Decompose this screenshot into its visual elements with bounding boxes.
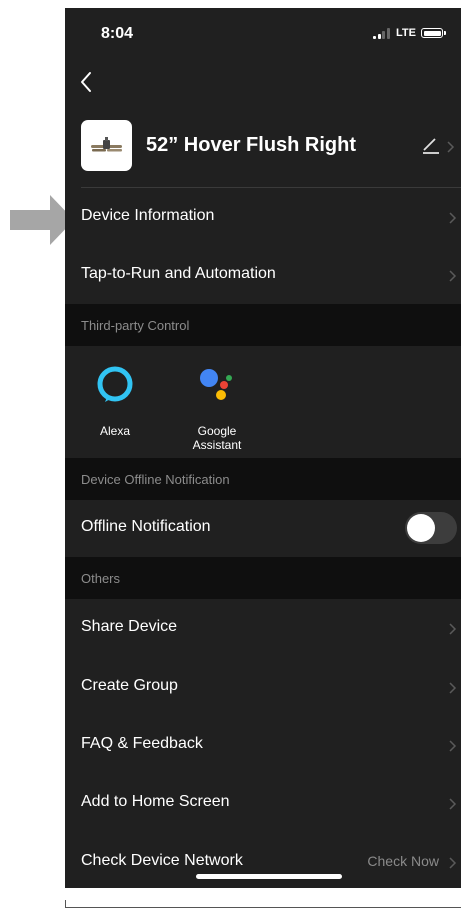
check-now-label: Check Now (367, 853, 439, 869)
row-label: Share Device (81, 618, 178, 635)
faq-feedback-row[interactable]: FAQ & Feedback (65, 716, 461, 774)
device-thumbnail (81, 120, 132, 171)
battery-icon (421, 28, 446, 38)
row-label: Offline Notification (81, 518, 211, 535)
home-indicator[interactable] (196, 874, 342, 879)
alexa-icon (97, 366, 133, 402)
offline-notification-row: Offline Notification (65, 499, 461, 557)
offline-notification-toggle[interactable] (405, 512, 457, 544)
network-label: LTE (396, 27, 416, 39)
signal-icon (373, 27, 391, 39)
row-label: FAQ & Feedback (81, 735, 203, 752)
chevron-right-icon (449, 212, 457, 224)
chevron-right-icon (449, 798, 457, 810)
alexa-button[interactable]: Alexa (75, 346, 155, 458)
row-label: Create Group (81, 677, 178, 694)
back-icon[interactable] (73, 68, 101, 96)
google-assistant-icon (200, 369, 232, 400)
status-bar: 8:04 LTE (65, 8, 461, 58)
section-offline: Device Offline Notification (65, 458, 461, 500)
chevron-right-icon (449, 740, 457, 752)
chevron-right-icon (449, 857, 457, 869)
section-title: Device Offline Notification (81, 472, 230, 487)
section-title: Third-party Control (81, 318, 190, 333)
share-device-row[interactable]: Share Device (65, 599, 461, 657)
create-group-row[interactable]: Create Group (65, 658, 461, 716)
row-label: Add to Home Screen (81, 793, 230, 810)
section-title: Others (81, 571, 121, 586)
google-assistant-button[interactable]: Google Assistant (177, 346, 257, 458)
third-party-control: Alexa Google Assistant (65, 346, 461, 458)
phone-screen: 8:04 LTE 52” Hover Flush Right Device In… (65, 8, 461, 888)
device-header[interactable]: 52” Hover Flush Right (65, 112, 461, 188)
google-assistant-label: Google Assistant (192, 424, 242, 452)
chevron-right-icon (449, 682, 457, 694)
check-network-row[interactable]: Check Device Network Check Now (65, 833, 461, 888)
device-information-row[interactable]: Device Information (65, 188, 461, 246)
divider (65, 907, 461, 908)
divider (65, 900, 66, 908)
section-third-party: Third-party Control (65, 304, 461, 346)
status-icons: LTE (373, 27, 446, 39)
row-label: Check Device Network (81, 852, 243, 869)
edit-icon[interactable] (421, 135, 441, 155)
toggle-knob (407, 514, 435, 542)
add-to-home-row[interactable]: Add to Home Screen (65, 774, 461, 832)
alexa-label: Alexa (99, 424, 131, 438)
section-others: Others (65, 557, 461, 599)
device-name: 52” Hover Flush Right (146, 134, 357, 156)
status-time: 8:04 (101, 25, 134, 42)
chevron-right-icon (449, 270, 457, 282)
row-label: Tap-to-Run and Automation (81, 265, 276, 282)
tap-to-run-row[interactable]: Tap-to-Run and Automation (65, 246, 461, 304)
chevron-right-icon (449, 623, 457, 635)
row-label: Device Information (81, 207, 215, 224)
ceiling-fan-icon (91, 137, 122, 152)
chevron-right-icon (447, 141, 455, 153)
